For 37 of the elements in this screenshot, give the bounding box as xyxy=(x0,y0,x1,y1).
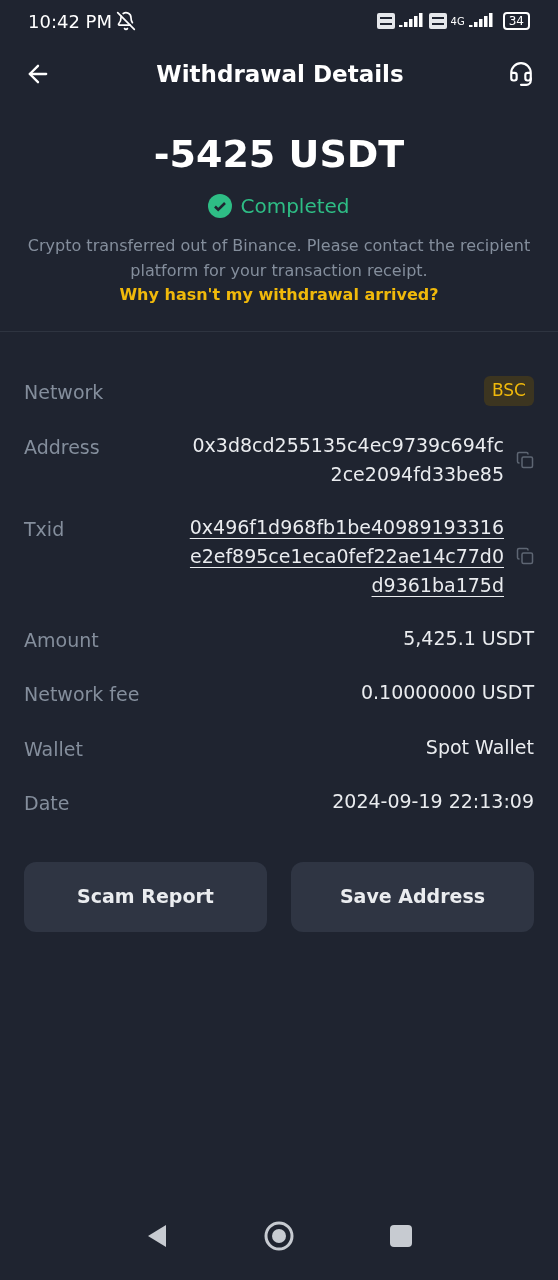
transfer-note: Crypto transferred out of Binance. Please contact the recipient platform for your transaction receipt. xyxy=(26,235,532,282)
help-link[interactable]: Why hasn't my withdrawal arrived? xyxy=(119,283,439,307)
home-nav-icon[interactable] xyxy=(264,1221,294,1251)
network-type: 4G xyxy=(450,14,465,29)
back-nav-icon[interactable] xyxy=(146,1224,168,1248)
detail-label: Date xyxy=(24,792,70,814)
detail-value: 0.10000000 USDT xyxy=(360,680,534,705)
battery-level: 34 xyxy=(502,12,530,30)
action-button[interactable]: Scam Report xyxy=(24,861,267,932)
check-circle-icon xyxy=(208,194,233,218)
status-time: 10:42 PM xyxy=(28,9,112,34)
detail-label: Address xyxy=(24,435,100,458)
page-title: Withdrawal Details xyxy=(156,59,404,89)
action-button[interactable]: Save Address xyxy=(291,861,534,932)
support-button[interactable] xyxy=(508,61,534,87)
copy-icon[interactable] xyxy=(516,547,534,565)
detail-label: Amount xyxy=(24,628,99,651)
network-tag: BSC xyxy=(483,376,534,406)
address-text: 2ce2094fd33be85 xyxy=(330,461,504,487)
detail-value: 2024-09-19 22:13:09 xyxy=(332,789,534,814)
txid-link[interactable]: d9361ba175d xyxy=(371,570,504,600)
copy-icon[interactable] xyxy=(516,450,534,469)
signal-icon xyxy=(398,13,425,29)
txid-link[interactable]: 0x496f1d968fb1be40989193316 xyxy=(189,512,504,542)
txid-link[interactable]: e2ef895ce1eca0fef22ae14c77d0 xyxy=(189,541,504,571)
status-text: Completed xyxy=(240,193,350,220)
detail-label: Txid xyxy=(24,517,65,540)
signal-icon xyxy=(468,13,495,29)
detail-label: Wallet xyxy=(24,737,83,760)
detail-label: Network xyxy=(24,381,104,403)
detail-label: Network fee xyxy=(24,683,140,705)
detail-value: Spot Wallet xyxy=(425,734,534,760)
muted-bell-icon xyxy=(116,11,136,31)
withdrawal-amount: -5425 USDT xyxy=(153,131,405,178)
address-text: 0x3d8cd255135c4ec9739c694fc xyxy=(192,432,504,458)
recents-nav-icon[interactable] xyxy=(390,1225,412,1247)
detail-value: 5,425.1 USDT xyxy=(403,625,534,651)
